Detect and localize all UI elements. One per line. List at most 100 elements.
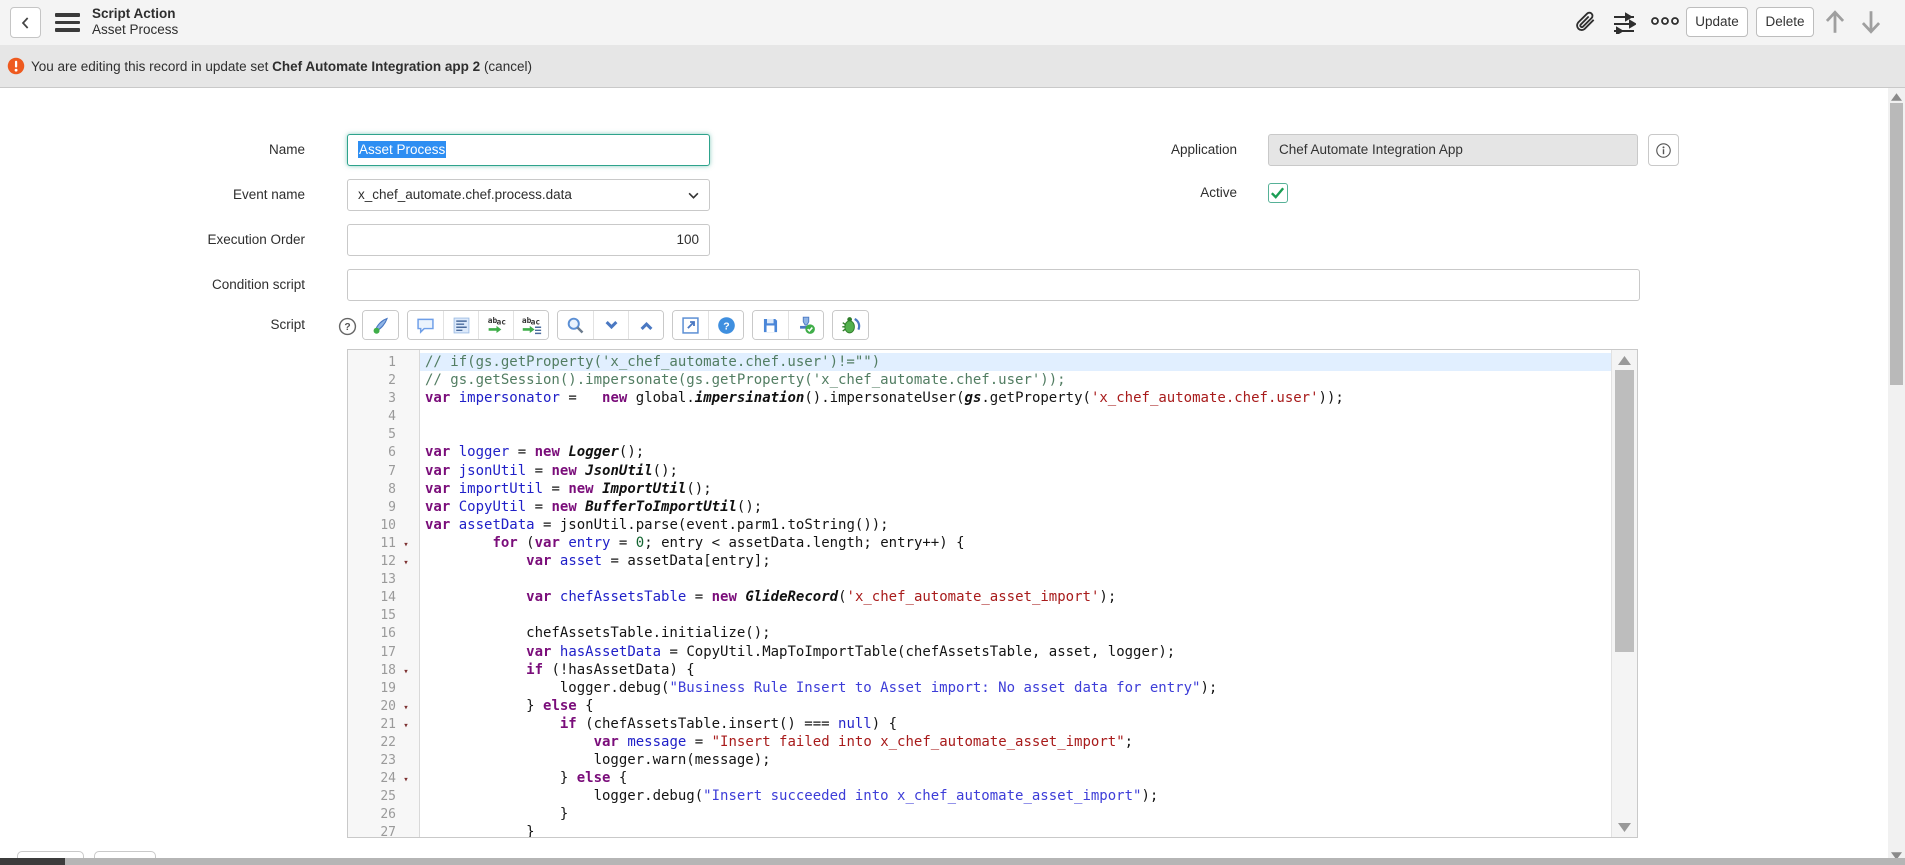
condition-script-input[interactable] bbox=[347, 269, 1640, 301]
find-previous-button[interactable] bbox=[628, 311, 663, 339]
code-line: } bbox=[420, 823, 1611, 837]
editor-help-button[interactable]: ? bbox=[708, 311, 743, 339]
gutter-line: 1 bbox=[348, 353, 419, 371]
condition-script-label: Condition script bbox=[45, 269, 305, 301]
gutter-line: 24▾ bbox=[348, 769, 419, 787]
horizontal-scrollbar[interactable] bbox=[0, 858, 1905, 865]
svg-text:ac: ac bbox=[530, 317, 540, 326]
record-name: Asset Process bbox=[92, 22, 178, 38]
line-number: 7 bbox=[348, 463, 396, 481]
context-menu-icon[interactable] bbox=[55, 13, 80, 32]
update-button[interactable]: Update bbox=[1686, 7, 1748, 37]
more-options-icon[interactable] bbox=[1650, 14, 1676, 40]
next-record-icon[interactable] bbox=[1858, 8, 1884, 36]
code-line: var message = "Insert failed into x_chef… bbox=[420, 733, 1611, 751]
line-number: 5 bbox=[348, 426, 396, 444]
format-code-button[interactable] bbox=[443, 311, 478, 339]
save-button[interactable] bbox=[753, 311, 788, 339]
gutter-line: 11▾ bbox=[348, 534, 419, 552]
scroll-down-icon[interactable] bbox=[1612, 820, 1637, 834]
save-icon bbox=[760, 315, 781, 336]
gutter-line: 20▾ bbox=[348, 697, 419, 715]
event-name-value: x_chef_automate.chef.process.data bbox=[358, 187, 572, 202]
gutter-line: 9 bbox=[348, 498, 419, 516]
editor-code[interactable]: // if(gs.getProperty('x_chef_automate.ch… bbox=[420, 350, 1611, 837]
horizontal-scrollbar-thumb[interactable] bbox=[0, 858, 65, 865]
active-checkbox[interactable] bbox=[1268, 183, 1288, 203]
code-line: var hasAssetData = CopyUtil.MapToImportT… bbox=[420, 643, 1611, 661]
personalize-form-icon[interactable] bbox=[1612, 12, 1638, 38]
code-line: var assetData = jsonUtil.parse(event.par… bbox=[420, 516, 1611, 534]
syntax-editor-toggle-button[interactable] bbox=[363, 311, 398, 339]
application-field: Chef Automate Integration App bbox=[1268, 134, 1638, 166]
code-line: var chefAssetsTable = new GlideRecord('x… bbox=[420, 588, 1611, 606]
code-line bbox=[420, 407, 1611, 425]
line-number: 6 bbox=[348, 444, 396, 462]
toggle-fullscreen-button[interactable] bbox=[673, 311, 708, 339]
scroll-up-icon[interactable] bbox=[1612, 353, 1637, 367]
search-icon bbox=[565, 315, 586, 336]
editor-scrollbar-thumb[interactable] bbox=[1615, 370, 1634, 652]
line-number: 10 bbox=[348, 517, 396, 535]
check-syntax-button[interactable] bbox=[788, 311, 823, 339]
code-line bbox=[420, 606, 1611, 624]
line-number: 15 bbox=[348, 607, 396, 625]
gutter-line: 16 bbox=[348, 624, 419, 642]
code-line: // gs.getSession().impersonate(gs.getPro… bbox=[420, 371, 1611, 389]
attachment-icon[interactable] bbox=[1572, 9, 1598, 35]
record-type: Script Action bbox=[92, 6, 178, 22]
gutter-line: 13 bbox=[348, 570, 419, 588]
script-help-icon[interactable]: ? bbox=[338, 317, 357, 336]
line-number: 11 bbox=[348, 535, 396, 553]
cancel-link[interactable]: (cancel) bbox=[480, 59, 532, 74]
gutter-line: 23 bbox=[348, 751, 419, 769]
gutter-line: 2 bbox=[348, 371, 419, 389]
execution-order-input[interactable]: 100 bbox=[347, 224, 710, 256]
update-set-warning-bar: You are editing this record in update se… bbox=[0, 45, 1905, 88]
fold-marker-icon[interactable]: ▾ bbox=[396, 663, 416, 681]
delete-button[interactable]: Delete bbox=[1756, 7, 1814, 37]
toggle-comment-button[interactable] bbox=[408, 311, 443, 339]
gutter-line: 4 bbox=[348, 407, 419, 425]
editor-scrollbar[interactable] bbox=[1611, 350, 1637, 837]
replace-button[interactable]: abac bbox=[478, 311, 513, 339]
line-number: 1 bbox=[348, 354, 396, 372]
search-button[interactable] bbox=[558, 311, 593, 339]
gutter-line: 19 bbox=[348, 679, 419, 697]
page-title: Script Action Asset Process bbox=[92, 6, 178, 38]
toolbar-group bbox=[557, 310, 664, 340]
gutter-line: 18▾ bbox=[348, 661, 419, 679]
code-line: logger.warn(message); bbox=[420, 751, 1611, 769]
back-button[interactable] bbox=[10, 7, 41, 38]
gutter-line: 21▾ bbox=[348, 715, 419, 733]
code-line: var importUtil = new ImportUtil(); bbox=[420, 480, 1611, 498]
page-scrollbar-thumb[interactable] bbox=[1890, 103, 1903, 385]
gutter-line: 27 bbox=[348, 823, 419, 838]
gutter-line: 22 bbox=[348, 733, 419, 751]
line-number: 14 bbox=[348, 589, 396, 607]
script-label: Script bbox=[45, 309, 305, 341]
find-next-button[interactable] bbox=[593, 311, 628, 339]
code-line: if (!hasAssetData) { bbox=[420, 661, 1611, 679]
previous-record-icon[interactable] bbox=[1822, 8, 1848, 36]
code-line: var asset = assetData[entry]; bbox=[420, 552, 1611, 570]
toggle-fullscreen-icon bbox=[680, 315, 701, 336]
script-editor-toolbar: abacabac? bbox=[362, 310, 869, 340]
line-number: 4 bbox=[348, 408, 396, 426]
line-number: 16 bbox=[348, 625, 396, 643]
name-input[interactable]: Asset Process bbox=[347, 134, 710, 166]
script-debugger-icon bbox=[840, 314, 862, 336]
line-number: 2 bbox=[348, 372, 396, 390]
application-info-button[interactable] bbox=[1648, 134, 1679, 166]
code-line: logger.debug("Insert succeeded into x_ch… bbox=[420, 787, 1611, 805]
gutter-line: 8 bbox=[348, 480, 419, 498]
script-editor[interactable]: 1234567891011▾12▾131415161718▾1920▾21▾22… bbox=[347, 349, 1638, 838]
code-line bbox=[420, 425, 1611, 443]
replace-all-button[interactable]: abac bbox=[513, 311, 548, 339]
page-scroll-up-icon[interactable] bbox=[1888, 90, 1905, 104]
page-scrollbar[interactable] bbox=[1888, 88, 1905, 865]
line-number: 8 bbox=[348, 481, 396, 499]
event-name-label: Event name bbox=[45, 179, 305, 211]
event-name-select[interactable]: x_chef_automate.chef.process.data bbox=[347, 179, 710, 211]
script-debugger-button[interactable] bbox=[833, 311, 868, 339]
